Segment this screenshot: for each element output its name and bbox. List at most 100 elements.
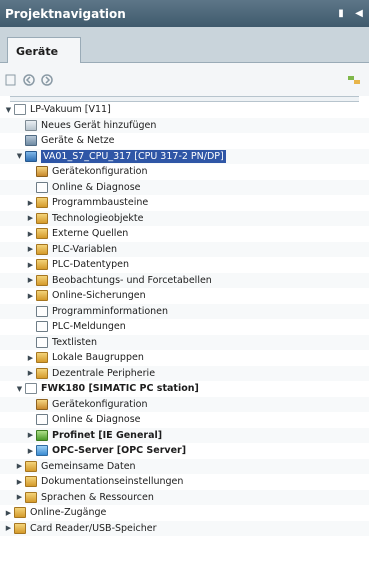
tree-item-programminformationen[interactable]: Programminformationen xyxy=(0,303,369,319)
new-icon[interactable] xyxy=(4,73,18,87)
title-bar: Projektnavigation ▮ ◀ xyxy=(0,0,369,27)
tree-item-plc-datentypen[interactable]: ▶ PLC-Datentypen xyxy=(0,257,369,273)
tree-item-geraetekonfig-1[interactable]: Gerätekonfiguration xyxy=(0,164,369,180)
tree-item-beobachtungs[interactable]: ▶ Beobachtungs- und Forcetabellen xyxy=(0,272,369,288)
sheet-icon xyxy=(36,321,48,333)
sheet-icon xyxy=(36,305,48,317)
expand-right-icon[interactable]: ▶ xyxy=(26,353,35,362)
tree-item-label: PLC-Variablen xyxy=(52,243,118,255)
tree-item-label: Beobachtungs- und Forcetabellen xyxy=(52,274,212,286)
tree-item-label: Profinet [IE General] xyxy=(52,429,163,441)
tree-item-geraete-netze[interactable]: Geräte & Netze xyxy=(0,133,369,149)
sheet-icon xyxy=(36,336,48,348)
tree-item-programmbausteine[interactable]: ▶ Programmbausteine xyxy=(0,195,369,211)
folder-icon xyxy=(36,243,48,255)
folder-icon xyxy=(25,491,37,503)
tree-item-dezentrale-peripherie[interactable]: ▶ Dezentrale Peripherie xyxy=(0,365,369,381)
tree-item-externe-quellen[interactable]: ▶ Externe Quellen xyxy=(0,226,369,242)
tree-item-profinet[interactable]: ▶ Profinet [IE General] xyxy=(0,427,369,443)
tree-item-fwk180[interactable]: ▼ FWK180 [SIMATIC PC station] xyxy=(0,381,369,397)
expand-right-icon[interactable]: ▶ xyxy=(26,198,35,207)
folder-icon xyxy=(36,212,48,224)
tree-item-label: Sprachen & Ressourcen xyxy=(41,491,154,503)
expand-right-icon[interactable]: ▶ xyxy=(4,508,13,517)
folder-icon xyxy=(25,476,37,488)
tree-item-online-zugaenge[interactable]: ▶ Online-Zugänge xyxy=(0,505,369,521)
folder-icon xyxy=(25,460,37,472)
forward-icon[interactable] xyxy=(40,73,54,87)
collapse-icon[interactable]: ◀ xyxy=(351,6,367,22)
tree-item-opc-server[interactable]: ▶ OPC-Server [OPC Server] xyxy=(0,443,369,459)
tree-item-label: Programmbausteine xyxy=(52,197,149,209)
blue-icon xyxy=(36,445,48,457)
pin-icon[interactable]: ▮ xyxy=(333,6,349,22)
tab-geraete[interactable]: Geräte xyxy=(7,37,81,64)
expand-right-icon[interactable]: ▶ xyxy=(15,462,24,471)
tree-item-online-diagnose-1[interactable]: Online & Diagnose xyxy=(0,179,369,195)
tree-item-label: Online & Diagnose xyxy=(52,414,141,426)
doc-icon xyxy=(14,104,26,116)
tree-item-textlisten[interactable]: Textlisten xyxy=(0,334,369,350)
expand-right-icon[interactable]: ▶ xyxy=(26,214,35,223)
tree-item-plc-variablen[interactable]: ▶ PLC-Variablen xyxy=(0,241,369,257)
expand-right-icon[interactable]: ▶ xyxy=(26,245,35,254)
add-icon xyxy=(25,119,37,131)
expand-right-icon[interactable]: ▶ xyxy=(4,524,13,533)
tree-item-gemeinsame-daten[interactable]: ▶ Gemeinsame Daten xyxy=(0,458,369,474)
tree-item-sprachen[interactable]: ▶ Sprachen & Ressourcen xyxy=(0,489,369,505)
folder-icon xyxy=(36,367,48,379)
expand-right-icon[interactable]: ▶ xyxy=(15,477,24,486)
folder-icon xyxy=(36,259,48,271)
toolbar xyxy=(0,63,369,96)
tree-item-card-reader[interactable]: ▶ Card Reader/USB-Speicher xyxy=(0,520,369,536)
tree-item-lp-vakuum[interactable]: ▼ LP-Vakuum [V11] xyxy=(0,102,369,118)
tool-icon xyxy=(36,166,48,178)
tree-item-label: Dezentrale Peripherie xyxy=(52,367,156,379)
tree-item-geraetekonfig-2[interactable]: Gerätekonfiguration xyxy=(0,396,369,412)
tree-item-label: Neues Gerät hinzufügen xyxy=(41,119,157,131)
tree-item-neues-geraet[interactable]: Neues Gerät hinzufügen xyxy=(0,117,369,133)
expand-down-icon[interactable]: ▼ xyxy=(4,105,13,114)
folder-icon xyxy=(36,197,48,209)
tree-item-lokale-baugruppen[interactable]: ▶ Lokale Baugruppen xyxy=(0,350,369,366)
tree-item-label: PLC-Meldungen xyxy=(52,321,126,333)
green-icon xyxy=(36,429,48,441)
folder-icon xyxy=(14,507,26,519)
tree-item-label: Programminformationen xyxy=(52,305,169,317)
back-icon[interactable] xyxy=(22,73,36,87)
tree-item-label: Geräte & Netze xyxy=(41,135,115,147)
tool-icon xyxy=(36,398,48,410)
project-tree: ▼ LP-Vakuum [V11] Neues Gerät hinzufügen Ge… xyxy=(0,102,369,536)
expand-right-icon[interactable]: ▶ xyxy=(26,291,35,300)
tree-item-label: FWK180 [SIMATIC PC station] xyxy=(41,383,199,395)
folder-icon xyxy=(36,274,48,286)
tree-item-technologieobjekte[interactable]: ▶ Technologieobjekte xyxy=(0,210,369,226)
tree-item-dokumentationseinstellungen[interactable]: ▶ Dokumentationseinstellungen xyxy=(0,474,369,490)
sheet-icon xyxy=(36,181,48,193)
tree-item-label: Dokumentationseinstellungen xyxy=(41,476,184,488)
tree-item-online-sicherungen[interactable]: ▶ Online-Sicherungen xyxy=(0,288,369,304)
tree-item-online-diagnose-2[interactable]: Online & Diagnose xyxy=(0,412,369,428)
tree-item-va01[interactable]: ▼ VA01_S7_CPU_317 [CPU 317-2 PN/DP] xyxy=(0,148,369,164)
expand-right-icon[interactable]: ▶ xyxy=(26,260,35,269)
expand-down-icon[interactable]: ▼ xyxy=(15,152,24,161)
expand-right-icon[interactable]: ▶ xyxy=(26,446,35,455)
tree-item-label: Textlisten xyxy=(52,336,98,348)
expand-down-icon[interactable]: ▼ xyxy=(15,384,24,393)
folder-icon xyxy=(14,522,26,534)
expand-right-icon[interactable]: ▶ xyxy=(26,431,35,440)
network-icon[interactable] xyxy=(347,73,361,87)
panel-title: Projektnavigation xyxy=(5,6,126,21)
tree-item-plc-meldungen[interactable]: PLC-Meldungen xyxy=(0,319,369,335)
tree-item-label: VA01_S7_CPU_317 [CPU 317-2 PN/DP] xyxy=(41,149,226,163)
expand-right-icon[interactable]: ▶ xyxy=(26,369,35,378)
expand-right-icon[interactable]: ▶ xyxy=(26,229,35,238)
expand-right-icon[interactable]: ▶ xyxy=(15,493,24,502)
expand-right-icon[interactable]: ▶ xyxy=(26,276,35,285)
